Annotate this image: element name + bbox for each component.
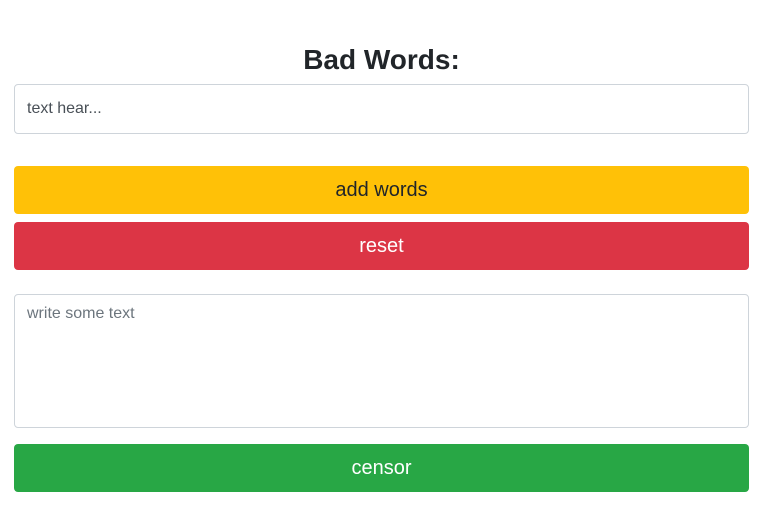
text-to-censor-textarea[interactable] — [14, 294, 749, 428]
reset-button[interactable]: reset — [14, 222, 749, 270]
censor-button[interactable]: censor — [14, 444, 749, 492]
add-words-button[interactable]: add words — [14, 166, 749, 214]
page-title: Bad Words: — [303, 44, 460, 75]
page: Bad Words: add words reset censor — [0, 0, 771, 513]
bad-words-input[interactable] — [14, 84, 749, 134]
